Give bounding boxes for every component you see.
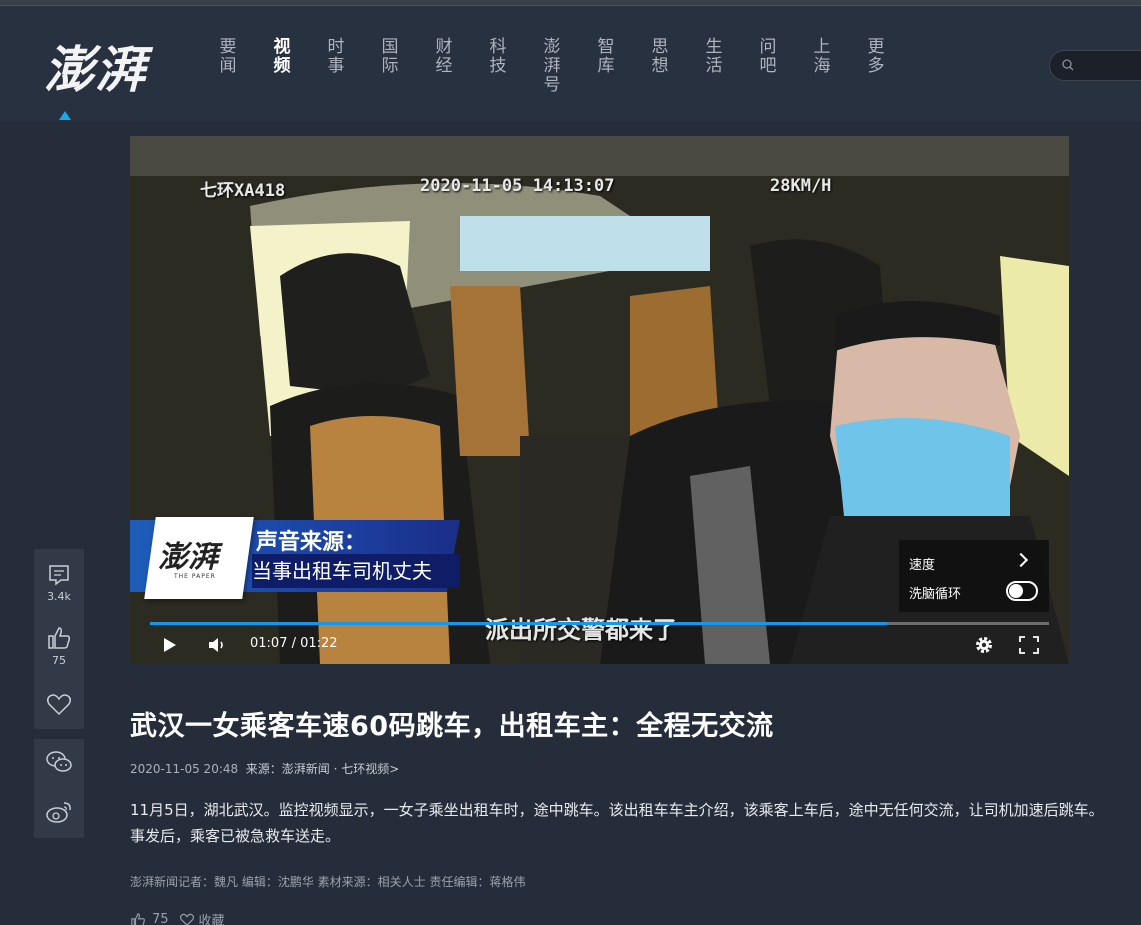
control-bar: 01:07 / 01:22 xyxy=(130,626,1069,664)
nav-item-label: 要闻 xyxy=(219,37,237,76)
nav-item-12[interactable]: 更多 xyxy=(866,38,920,95)
nav-item-10[interactable]: 问吧 xyxy=(758,38,812,95)
search-icon[interactable] xyxy=(1062,59,1074,71)
search-input[interactable] xyxy=(1082,55,1141,77)
thumbs-up-icon xyxy=(48,627,71,649)
article-body: 11月5日，湖北武汉。监控视频显示，一女子乘坐出租车时，途中跳车。该出租车车主介… xyxy=(130,801,1104,845)
heart-icon[interactable] xyxy=(179,912,195,925)
osd-timestamp: 2020-11-05 14:13:07 xyxy=(420,176,615,196)
nav-item-label: 财经 xyxy=(435,37,453,76)
collect-label[interactable]: 收藏 xyxy=(199,910,225,925)
nav-item-label: 上海 xyxy=(813,37,831,76)
like-count: 75 xyxy=(52,654,66,667)
progress-bar[interactable] xyxy=(150,622,1049,625)
article-title: 武汉一女乘客车速60码跳车，出租车主：全程无交流 xyxy=(130,711,774,742)
video-player[interactable]: 七环XA418 2020-11-05 14:13:07 28KM/H 澎湃 TH… xyxy=(130,136,1069,664)
nav-item-2[interactable]: 时事 xyxy=(326,38,380,95)
banner-subtitle: 当事出租车司机丈夫 xyxy=(252,554,460,588)
nav-item-7[interactable]: 智库 xyxy=(596,38,650,95)
wechat-share-button[interactable] xyxy=(34,749,84,775)
main-nav: 要闻 视频 时事 国际 财经 科技 澎湃号 智库 思想 生活 问吧 上海 更多 xyxy=(218,38,920,95)
volume-icon[interactable] xyxy=(206,634,228,656)
action-sidebar: 3.4k 75 xyxy=(34,549,84,729)
bottom-like-count: 75 xyxy=(152,912,169,925)
nav-item-11[interactable]: 上海 xyxy=(812,38,866,95)
loop-menu-item: 洗脑循环 xyxy=(909,587,962,602)
article-source-link[interactable]: 来源：澎湃新闻 · 七环视频> xyxy=(246,762,400,776)
loop-toggle[interactable] xyxy=(1006,581,1038,601)
search-box[interactable] xyxy=(1049,50,1141,81)
nav-item-label: 澎湃号 xyxy=(543,37,561,95)
nav-item-0[interactable]: 要闻 xyxy=(218,38,272,95)
banner-logo: 澎湃 xyxy=(158,540,218,575)
nav-item-6[interactable]: 澎湃号 xyxy=(542,38,596,95)
play-icon[interactable] xyxy=(164,638,176,652)
time-display: 01:07 / 01:22 xyxy=(250,636,338,651)
settings-gear-icon[interactable] xyxy=(973,634,995,656)
nav-item-label: 视频 xyxy=(273,37,291,76)
heart-icon xyxy=(46,694,72,716)
fullscreen-icon[interactable] xyxy=(1018,635,1040,655)
site-header: 澎湃 要闻 视频 时事 国际 财经 科技 澎湃号 智库 思想 生活 问吧 上海 更多 xyxy=(0,6,1141,122)
comment-button[interactable]: 3.4k xyxy=(34,563,84,603)
nav-item-label: 科技 xyxy=(489,37,507,76)
banner-title: 声音来源： xyxy=(256,530,367,555)
like-button[interactable]: 75 xyxy=(34,625,84,667)
nav-item-3[interactable]: 国际 xyxy=(380,38,434,95)
weibo-icon xyxy=(46,802,71,823)
site-logo[interactable]: 澎湃 xyxy=(44,30,146,102)
nav-item-1[interactable]: 视频 xyxy=(272,38,326,95)
share-sidebar xyxy=(34,739,84,838)
bottom-actions: 75 收藏 xyxy=(130,910,235,925)
source-banner: 澎湃 THE PAPER 声音来源： 当事出租车司机丈夫 xyxy=(130,517,460,600)
nav-item-label: 更多 xyxy=(867,37,885,76)
wechat-icon xyxy=(46,751,72,772)
player-settings-menu: 速度 洗脑循环 xyxy=(899,540,1049,612)
nav-item-label: 智库 xyxy=(597,37,615,76)
nav-item-4[interactable]: 财经 xyxy=(434,38,488,95)
nav-item-label: 时事 xyxy=(327,37,345,76)
nav-item-5[interactable]: 科技 xyxy=(488,38,542,95)
nav-item-label: 生活 xyxy=(705,37,723,76)
progress-fill xyxy=(150,622,888,625)
speed-menu-item[interactable]: 速度 xyxy=(909,554,935,573)
article-credits: 澎湃新闻记者：魏凡 编辑：沈鹏华 素材来源：相关人士 责任编辑：蒋格伟 xyxy=(130,875,526,889)
banner-logo-sub: THE PAPER xyxy=(174,573,216,580)
active-nav-indicator xyxy=(59,111,71,120)
comment-count: 3.4k xyxy=(47,590,71,603)
osd-speed: 28KM/H xyxy=(770,176,832,196)
nav-item-label: 问吧 xyxy=(759,37,777,76)
nav-item-label: 国际 xyxy=(381,37,399,76)
article-meta: 2020-11-05 20:48 来源：澎湃新闻 · 七环视频> xyxy=(130,760,399,777)
nav-item-label: 思想 xyxy=(651,37,669,76)
toggle-knob xyxy=(1009,584,1023,598)
nav-item-9[interactable]: 生活 xyxy=(704,38,758,95)
comment-icon xyxy=(49,565,69,586)
article-datetime: 2020-11-05 20:48 xyxy=(130,762,239,776)
osd-vehicle-id: 七环XA418 xyxy=(200,181,286,201)
chevron-right-icon[interactable] xyxy=(1013,552,1029,568)
favorite-button[interactable] xyxy=(34,691,84,717)
weibo-share-button[interactable] xyxy=(34,799,84,825)
nav-item-8[interactable]: 思想 xyxy=(650,38,704,95)
thumbs-up-icon[interactable] xyxy=(130,912,146,925)
